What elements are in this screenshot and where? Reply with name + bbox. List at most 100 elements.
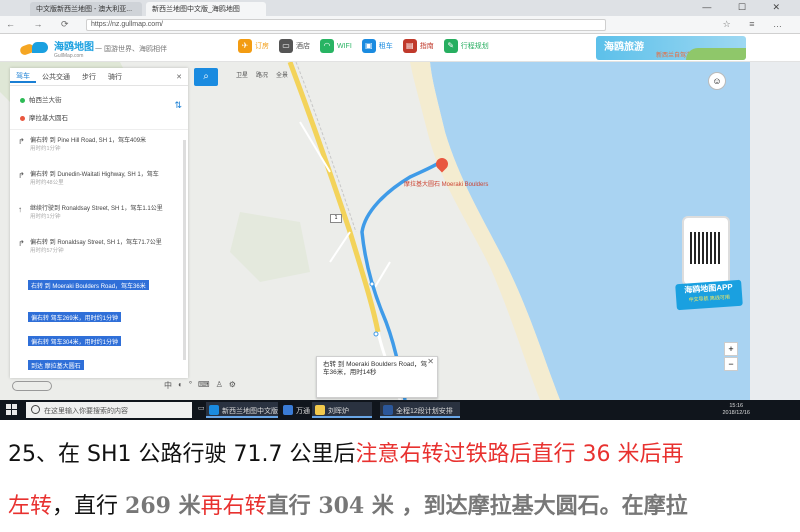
folder-icon [315,405,325,415]
address-bar: ← → ⟳ ⌂ https://nz.gullmap.com/ ☆ ≡ … [0,16,800,34]
taskbar-app-browser[interactable]: 新西兰地图中文版 [206,402,278,418]
route-waypoint [373,331,379,337]
site-header: 海鸥地图 GullMap.com 一 国游世界、海鸥相伴 ✈ 订房 ▭ 酒店 ◠ WI… [0,34,800,62]
turn-arrow-icon: ↱ [18,137,25,146]
zoom-out-button[interactable]: − [724,357,738,371]
tab-bike[interactable]: 骑行 [102,72,128,82]
tab-walk[interactable]: 步行 [76,72,102,82]
user-avatar-icon[interactable]: ☺ [708,72,726,90]
close-icon[interactable]: ✕ [176,73,188,81]
settings-icon[interactable]: ⚙ [229,380,236,391]
start-field[interactable]: 帕西兰大街 [20,94,62,104]
app-qr-widget[interactable]: 海鸥地图APP 中文导航 离线可用 [675,216,743,324]
windows-start-icon[interactable] [6,404,18,416]
browser-icon [209,405,219,415]
task-view-icon[interactable]: ▭ [198,404,205,412]
panel-scrollbar[interactable] [183,140,186,360]
taskbar-app-folder[interactable]: 刘晖炉 [312,402,372,418]
moon-icon[interactable]: ◐ [178,380,183,391]
nav-item-trip-plan[interactable]: ✎ 行程规划 [443,39,489,53]
straight-arrow-icon: ↑ [18,205,22,214]
browser-tab[interactable]: 中文版新西兰地图 - 澳大利亚... [30,2,142,16]
turn-arrow-icon: ↱ [18,171,25,180]
route-step-popup: 右转 到 Moeraki Boulders Road，驾车36米，用时14秒 ✕ [316,356,438,398]
popup-text: 右转 到 Moeraki Boulders Road，驾车36米，用时14秒 [323,361,428,376]
site-slogan: 一 国游世界、海鸥相伴 [95,46,167,53]
nav-item-car-rental[interactable]: ▣ 租车 [361,39,393,53]
nav-item-flights[interactable]: ✈ 订房 [238,39,269,53]
caption-highlight: 注意右转过铁路后直行 36 米后再 [355,442,684,467]
banner-title: 海鸥旅游 [604,42,644,53]
window-controls[interactable]: — ☐ ✕ [702,2,792,13]
banner-hill-graphic [686,48,746,60]
swap-icon[interactable]: ⇅ [174,100,182,111]
phone-icon [682,216,730,286]
map-tools: 中 ◐ ° ⌨ ♙ ⚙ [164,380,236,391]
user-icon[interactable]: ♙ [216,380,223,391]
punctuation-icon[interactable]: ° [189,380,192,391]
route-waypoint [369,281,375,287]
monitor-screen: 中文版新西兰地图 - 澳大利亚... 新西兰地图中文版_海鸥地图 — ☐ ✕ ←… [0,0,800,420]
url-input[interactable]: https://nz.gullmap.com/ [86,19,606,31]
chinese-input-icon[interactable]: 中 [164,380,172,391]
highlighted-step[interactable]: 偏右转 驾车304米，用时约1分钟 [28,336,122,346]
poi-label[interactable]: 摩拉基大圆石 Moeraki Boulders [404,182,488,189]
highway-sh1 [287,62,381,333]
taskbar-search[interactable]: 在这里输入你要搜索的内容 [26,402,192,418]
qr-code-icon [690,232,722,264]
taskbar-app-word[interactable]: 全程12段计划安排 [380,402,460,418]
site-logo[interactable]: 海鸥地图 GullMap.com [18,38,94,59]
promo-banner[interactable]: 海鸥旅游 新西兰自驾游行程规划 [596,36,746,60]
keyboard-icon[interactable]: ⌨ [198,380,210,391]
book-icon: ▤ [402,39,417,53]
green-area [230,212,310,282]
route-panel: 驾车 公共交通 步行 骑行 ✕ 帕西兰大街 摩拉基大圆石 ⇅ ↱ 偏右转 到 Pi… [10,68,188,378]
route-step[interactable]: ↱ 偏右转 到 Ronaldsay Street, SH 1，驾车71.7公里 用时… [10,236,188,270]
browser-tab-active[interactable]: 新西兰地图中文版_海鸥地图 [146,2,266,16]
tab-drive[interactable]: 驾车 [10,71,36,83]
layer-panorama[interactable]: 全景 [276,70,288,79]
car-icon: ▣ [361,39,376,53]
windows-taskbar: 在这里输入你要搜索的内容 ▭ 新西兰地图中文版 万通 刘晖炉 全程12段计划安排… [0,400,800,420]
route-step[interactable]: ↑ 继续行驶到 Ronaldsay Street, SH 1，驾车1.1公里 用时约… [10,202,188,236]
zoom-controls: + − [724,342,738,372]
close-icon[interactable]: ✕ [427,358,434,366]
zoom-in-button[interactable]: + [724,342,738,356]
nav-item-wifi[interactable]: ◠ WIFI [320,39,352,53]
site-nav: ✈ 订房 ▭ 酒店 ◠ WIFI ▣ 租车 ▤ 指南 ✎ 行程规划 [238,39,489,53]
taskbar-clock[interactable]: 15:16 2018/12/16 [722,403,750,417]
layer-satellite[interactable]: 卫星 [236,70,248,79]
route-steps: ↱ 偏右转 到 Pine Hill Road, SH 1，驾车409米 用时约1分钟… [10,134,188,270]
map-scale [12,381,52,391]
highlighted-step[interactable]: 偏右转 驾车269米，用时约1分钟 [28,312,122,322]
route-endpoints: 帕西兰大街 摩拉基大圆石 ⇅ [10,88,188,130]
map-layer-toggle: 卫星 路况 全景 [236,70,288,79]
highlighted-step[interactable]: 到达 摩拉基大圆石 [28,360,84,370]
plane-icon: ✈ [238,39,252,53]
mail-icon [283,405,293,415]
caption-highlight: 再右转 [200,494,267,519]
route-step[interactable]: ↱ 偏右转 到 Dunedin-Waitati Highway, SH 1，驾车用… [10,168,188,202]
nav-item-hotel[interactable]: ▭ 酒店 [279,39,310,53]
turn-arrow-icon: ↱ [18,239,25,248]
gull-logo-icon [18,40,50,58]
bed-icon: ▭ [279,39,293,53]
start-dot-icon [20,97,25,103]
plan-icon: ✎ [443,39,458,53]
route-step[interactable]: ↱ 偏右转 到 Pine Hill Road, SH 1，驾车409米 用时约1分钟 [10,134,188,168]
browser-tabbar: 中文版新西兰地图 - 澳大利亚... 新西兰地图中文版_海鸥地图 — ☐ ✕ [0,0,800,16]
caption-number: 269 [125,493,171,519]
taskbar-app-mail[interactable]: 万通 [280,402,310,418]
tab-transit[interactable]: 公共交通 [36,72,76,82]
search-button[interactable]: ⌕ [194,68,218,86]
nav-item-guide[interactable]: ▤ 指南 [402,39,434,53]
railway [295,62,357,233]
highlighted-step[interactable]: 右转 到 Moeraki Boulders Road，驾车36米 [28,280,149,290]
logo-text: 海鸥地图 [54,42,94,53]
browser-toolbar-icons[interactable]: ☆ ≡ … [723,19,790,30]
end-dot-icon [20,115,25,121]
search-icon: ⌕ [203,71,209,82]
app-download-caption: 海鸥地图APP 中文导航 离线可用 [675,279,743,311]
layer-traffic[interactable]: 路况 [256,70,268,79]
end-field[interactable]: 摩拉基大圆石 [20,112,68,122]
